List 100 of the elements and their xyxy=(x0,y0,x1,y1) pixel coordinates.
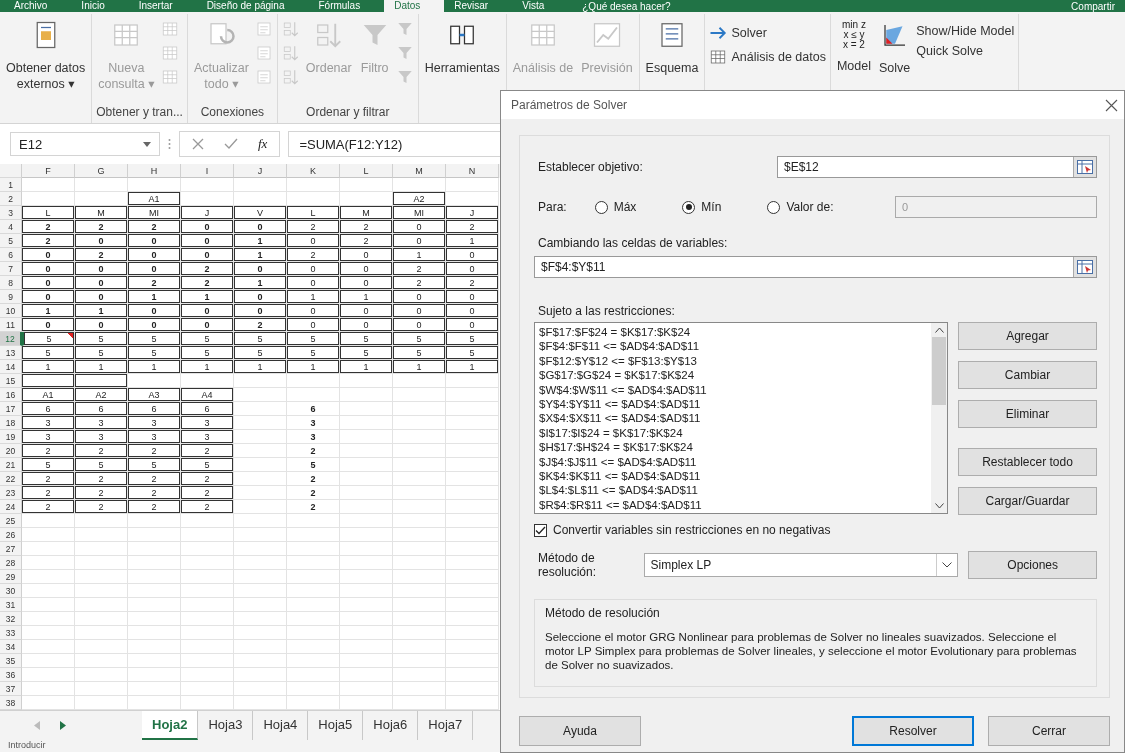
variables-field[interactable]: $F$4:$Y$11 xyxy=(534,256,1097,278)
row-header[interactable]: 15 xyxy=(0,374,22,388)
constraints-list[interactable] xyxy=(534,322,948,514)
dialog-button[interactable]: Eliminar xyxy=(958,400,1097,428)
column-header[interactable]: M xyxy=(393,164,446,178)
row-header[interactable]: 27 xyxy=(0,542,22,556)
range-select-icon[interactable] xyxy=(1077,160,1093,174)
ribbon-tab[interactable]: Datos xyxy=(384,0,445,12)
ribbon-button[interactable]: Obtener datos externos ▾ xyxy=(4,14,88,123)
row-header[interactable]: 35 xyxy=(0,654,22,668)
column-header[interactable]: L xyxy=(340,164,393,178)
row-header[interactable]: 4 xyxy=(0,220,22,234)
ribbon-tab[interactable]: Inicio xyxy=(71,0,129,12)
row-header[interactable]: 7 xyxy=(0,262,22,276)
row-header[interactable]: 29 xyxy=(0,570,22,584)
row-header[interactable]: 6 xyxy=(0,248,22,262)
row-header[interactable]: 17 xyxy=(0,402,22,416)
constraint-item[interactable]: $L$4:$L$11 <= $AD$4:$AD$11 xyxy=(539,483,927,498)
radio-option[interactable]: Mín xyxy=(682,200,722,214)
row-header[interactable]: 32 xyxy=(0,612,22,626)
row-header[interactable]: 11 xyxy=(0,318,22,332)
row-header[interactable]: 20 xyxy=(0,444,22,458)
ribbon-tab[interactable]: Diseño de página xyxy=(196,0,309,12)
constraint-item[interactable]: $J$4:$J$11 <= $AD$4:$AD$11 xyxy=(539,454,927,470)
ribbon-button[interactable]: Herramientas xyxy=(422,14,502,123)
row-header[interactable]: 9 xyxy=(0,290,22,304)
row-header[interactable]: 12 xyxy=(0,332,22,346)
cancel-icon[interactable] xyxy=(192,138,204,150)
scroll-up-icon[interactable] xyxy=(934,327,944,333)
ribbon-tab[interactable]: Revisar xyxy=(444,0,513,12)
ribbon-button[interactable]: Solve xyxy=(876,14,913,123)
dialog-button[interactable]: Cambiar xyxy=(958,361,1097,389)
column-header[interactable]: F xyxy=(22,164,75,178)
constraint-item[interactable]: $K$4:$K$11 <= $AD$4:$AD$11 xyxy=(539,469,927,484)
scrollbar-thumb[interactable] xyxy=(932,337,946,405)
column-header[interactable]: J xyxy=(234,164,287,178)
column-header[interactable]: G xyxy=(75,164,128,178)
ribbon-button[interactable]: Análisis de datos xyxy=(709,48,826,66)
row-header[interactable]: 37 xyxy=(0,682,22,696)
splitter-icon[interactable] xyxy=(168,138,171,150)
name-box[interactable]: E12 xyxy=(10,132,160,156)
row-header[interactable]: 10 xyxy=(0,304,22,318)
column-header[interactable]: N xyxy=(446,164,499,178)
dropdown-icon[interactable] xyxy=(143,141,151,147)
row-header[interactable]: 25 xyxy=(0,514,22,528)
constraint-item[interactable]: $F$17:$F$24 = $K$17:$K$24 xyxy=(539,325,927,340)
objective-field[interactable]: $E$12 xyxy=(777,156,1097,178)
constraint-item[interactable]: $R$4:$R$11 <= $AD$4:$AD$11 xyxy=(539,497,927,513)
row-header[interactable]: 31 xyxy=(0,598,22,612)
tell-me-search[interactable]: ¿Qué desea hacer? xyxy=(582,0,671,12)
dialog-button[interactable]: Cargar/Guardar xyxy=(958,487,1097,515)
ribbon-tab[interactable]: Insertar xyxy=(128,0,197,12)
ribbon-button[interactable]: Solver xyxy=(709,24,826,42)
sheet-tab[interactable]: Hoja2 xyxy=(142,710,199,740)
row-header[interactable]: 28 xyxy=(0,556,22,570)
row-header[interactable]: 22 xyxy=(0,472,22,486)
ribbon-tab[interactable]: Vista xyxy=(512,0,569,12)
chevron-down-icon[interactable] xyxy=(942,562,953,568)
row-header[interactable]: 19 xyxy=(0,430,22,444)
row-header[interactable]: 8 xyxy=(0,276,22,290)
row-header[interactable]: 36 xyxy=(0,668,22,682)
row-header[interactable]: 3 xyxy=(0,206,22,220)
scroll-right-icon[interactable] xyxy=(60,720,66,730)
row-header[interactable]: 21 xyxy=(0,458,22,472)
radio-option[interactable]: Máx xyxy=(594,200,637,214)
options-button[interactable]: Opciones xyxy=(968,551,1097,579)
column-header[interactable]: H xyxy=(128,164,181,178)
row-header[interactable]: 2 xyxy=(0,192,22,206)
ribbon-button[interactable]: Show/Hide Model xyxy=(916,24,1015,38)
constraint-item[interactable]: $Y$4:$Y$11 <= $AD$4:$AD$11 xyxy=(539,397,927,412)
ribbon-tab[interactable]: Fórmulas xyxy=(308,0,385,12)
constraint-item[interactable]: $F$12:$Y$12 <= $F$13:$Y$13 xyxy=(539,353,927,369)
row-header[interactable]: 24 xyxy=(0,500,22,514)
dialog-button[interactable]: Cerrar xyxy=(988,716,1110,746)
row-header[interactable]: 16 xyxy=(0,388,22,402)
column-header[interactable]: K xyxy=(287,164,340,178)
ribbon-button[interactable]: Esquema xyxy=(643,14,701,123)
constraint-item[interactable]: $G$17:$G$24 = $K$17:$K$24 xyxy=(539,368,927,383)
constraint-item[interactable]: $H$17:$H$24 = $K$17:$K$24 xyxy=(539,440,927,455)
ribbon-tab[interactable]: Archivo xyxy=(4,0,72,12)
constraint-item[interactable]: $X$4:$X$11 <= $AD$4:$AD$11 xyxy=(539,411,927,426)
row-header[interactable]: 30 xyxy=(0,584,22,598)
row-header[interactable]: 23 xyxy=(0,486,22,500)
scroll-down-icon[interactable] xyxy=(934,503,944,509)
radio-option[interactable]: Valor de: xyxy=(767,200,834,214)
dialog-button[interactable]: Restablecer todo xyxy=(958,448,1097,476)
constraint-item[interactable]: $F$4:$F$11 <= $AD$4:$AD$11 xyxy=(539,339,927,354)
row-header[interactable]: 34 xyxy=(0,640,22,654)
close-icon[interactable] xyxy=(1105,98,1118,112)
constraint-item[interactable]: $W$4:$W$11 <= $AD$4:$AD$11 xyxy=(539,382,927,398)
nonnegative-checkbox[interactable]: Convertir variables sin restricciones en no negativas xyxy=(534,523,1097,537)
dialog-button[interactable]: Agregar xyxy=(958,322,1097,350)
row-header[interactable]: 5 xyxy=(0,234,22,248)
dialog-button[interactable]: Ayuda xyxy=(519,716,641,746)
row-header[interactable]: 1 xyxy=(0,178,22,192)
row-header[interactable]: 33 xyxy=(0,626,22,640)
column-header[interactable]: I xyxy=(181,164,234,178)
insert-function-button[interactable]: fx xyxy=(258,136,268,152)
row-header[interactable]: 26 xyxy=(0,528,22,542)
share-button[interactable]: Compartir xyxy=(1061,0,1125,12)
